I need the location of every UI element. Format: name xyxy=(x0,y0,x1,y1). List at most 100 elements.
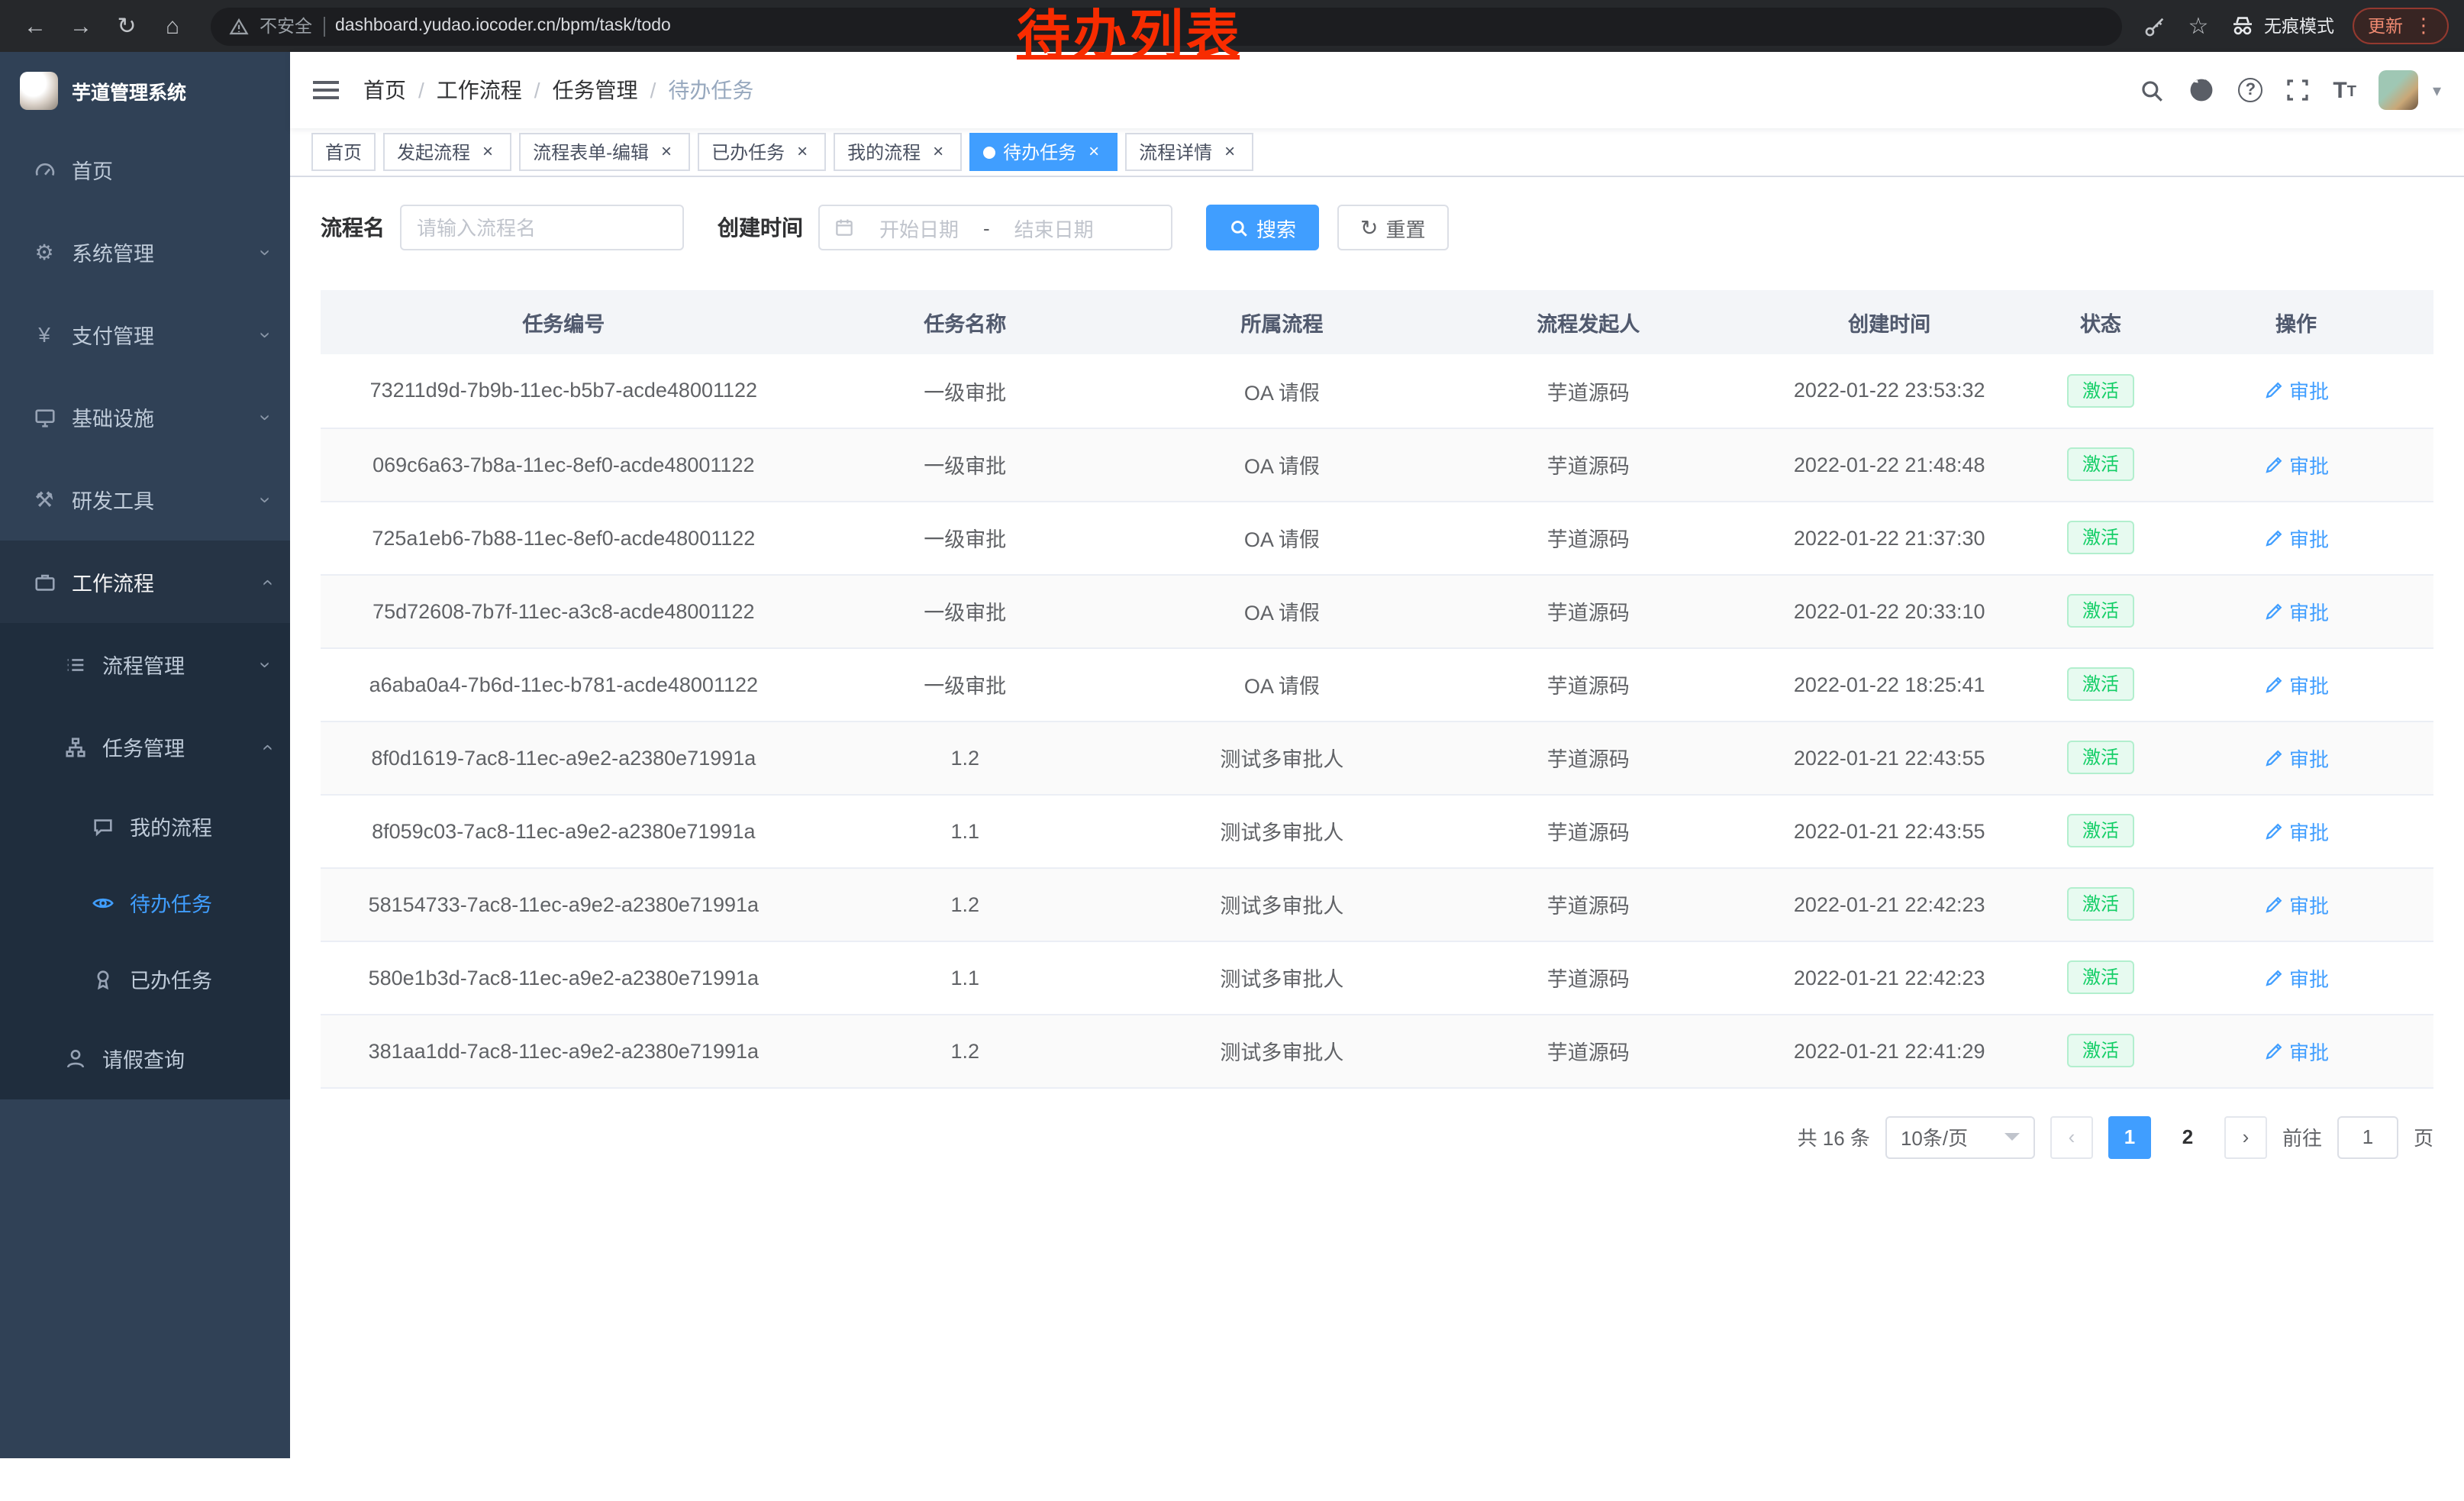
cell-task-id: 725a1eb6-7b88-11ec-8ef0-acde48001122 xyxy=(321,501,807,574)
cell-status: 激活 xyxy=(2043,574,2159,647)
key-icon[interactable] xyxy=(2143,15,2166,37)
date-range-picker[interactable]: 开始日期 - 结束日期 xyxy=(818,205,1172,250)
fullscreen-icon[interactable] xyxy=(2285,78,2310,102)
search-icon[interactable] xyxy=(2139,77,2165,103)
page-content: 流程名 创建时间 开始日期 - 结束日期 xyxy=(290,177,2464,1458)
breadcrumb-item[interactable]: 工作流程 xyxy=(437,75,522,105)
app-logo-row[interactable]: 芋道管理系统 xyxy=(0,52,290,128)
chevron-up-icon: › xyxy=(256,579,276,586)
sidebar-item-todo-task[interactable]: 待办任务 xyxy=(0,864,290,941)
close-icon[interactable]: × xyxy=(1084,142,1104,162)
search-button[interactable]: 搜索 xyxy=(1206,205,1319,250)
browser-home-icon[interactable]: ⌂ xyxy=(153,6,192,46)
table-row: 580e1b3d-7ac8-11ec-a9e2-a2380e71991a 1.1… xyxy=(321,941,2433,1014)
sidebar-item-process-mgmt[interactable]: 流程管理 › xyxy=(0,623,290,705)
browser-forward-icon[interactable]: → xyxy=(61,6,101,46)
app-logo xyxy=(20,71,58,109)
github-icon[interactable] xyxy=(2188,76,2215,104)
sidebar-item-task-mgmt[interactable]: 任务管理 › xyxy=(0,705,290,788)
chevron-down-icon: › xyxy=(256,496,276,503)
close-icon[interactable]: × xyxy=(928,142,948,162)
cell-process: OA 请假 xyxy=(1124,647,1440,721)
approve-link[interactable]: 审批 xyxy=(2263,376,2329,405)
sidebar-collapse-icon[interactable] xyxy=(313,79,339,101)
app-title: 芋道管理系统 xyxy=(72,76,186,105)
sidebar-item-leave-query[interactable]: 请假查询 xyxy=(0,1017,290,1099)
close-icon[interactable]: × xyxy=(656,142,676,162)
tab-todo-task[interactable]: 待办任务 × xyxy=(969,133,1118,171)
font-size-icon[interactable]: TT xyxy=(2333,79,2356,102)
avatar-caret-icon[interactable]: ▾ xyxy=(2433,80,2441,100)
approve-link[interactable]: 审批 xyxy=(2263,963,2329,992)
cell-status: 激活 xyxy=(2043,647,2159,721)
close-icon[interactable]: × xyxy=(792,142,812,162)
cell-starter: 芋道源码 xyxy=(1440,721,1737,794)
approve-link[interactable]: 审批 xyxy=(2263,450,2329,479)
edit-icon xyxy=(2263,747,2283,767)
list-icon xyxy=(61,653,89,676)
range-separator: - xyxy=(983,216,990,239)
tab-done-task[interactable]: 已办任务 × xyxy=(698,133,826,171)
warning-icon xyxy=(229,16,249,36)
sidebar-item-devtools[interactable]: ⚒ 研发工具 › xyxy=(0,458,290,541)
calendar-icon xyxy=(834,217,855,238)
approve-link[interactable]: 审批 xyxy=(2263,523,2329,552)
sidebar-item-home[interactable]: 首页 xyxy=(0,128,290,211)
browser-menu-icon[interactable]: ⋮ xyxy=(2414,14,2433,38)
sidebar-item-my-process[interactable]: 我的流程 xyxy=(0,788,290,864)
page-size-select[interactable]: 10条/页 xyxy=(1885,1115,2035,1158)
edit-icon xyxy=(2263,601,2283,621)
process-name-input[interactable] xyxy=(400,205,684,250)
prev-page-button[interactable]: ‹ xyxy=(2050,1115,2093,1158)
breadcrumb-separator: / xyxy=(650,78,656,102)
close-icon[interactable]: × xyxy=(478,142,498,162)
cell-process: 测试多审批人 xyxy=(1124,1014,1440,1087)
browser-reload-icon[interactable]: ↻ xyxy=(107,6,147,46)
sidebar-item-system[interactable]: ⚙ 系统管理 › xyxy=(0,211,290,293)
close-icon[interactable]: × xyxy=(1220,142,1240,162)
approve-link[interactable]: 审批 xyxy=(2263,596,2329,625)
update-button[interactable]: 更新 ⋮ xyxy=(2353,8,2449,44)
tab-my-process[interactable]: 我的流程 × xyxy=(834,133,962,171)
approve-link[interactable]: 审批 xyxy=(2263,743,2329,772)
sidebar-item-done-task[interactable]: 已办任务 xyxy=(0,941,290,1017)
omnibox-divider xyxy=(323,16,324,36)
header-task-id: 任务编号 xyxy=(321,290,807,354)
sidebar-item-payment[interactable]: ¥ 支付管理 › xyxy=(0,293,290,376)
table-row: 75d72608-7b7f-11ec-a3c8-acde48001122 一级审… xyxy=(321,574,2433,647)
cell-process: 测试多审批人 xyxy=(1124,941,1440,1014)
caret-down-icon xyxy=(2004,1133,2020,1141)
bookmark-star-icon[interactable]: ☆ xyxy=(2185,6,2212,46)
reset-button[interactable]: ↻ 重置 xyxy=(1337,205,1449,250)
page-button-2[interactable]: 2 xyxy=(2166,1115,2209,1158)
breadcrumb-item[interactable]: 首页 xyxy=(363,75,406,105)
edit-icon xyxy=(2263,1041,2283,1060)
help-icon[interactable]: ? xyxy=(2238,78,2262,102)
avatar[interactable] xyxy=(2379,70,2419,110)
status-badge: 激活 xyxy=(2067,667,2134,701)
screenshot-root: 待办列表 ← → ↻ ⌂ 不安全 dashboard.yudao.iocoder… xyxy=(0,0,2464,1501)
sidebar-item-infra[interactable]: 基础设施 › xyxy=(0,376,290,458)
cell-actions: 审批 xyxy=(2159,1014,2433,1087)
approve-link[interactable]: 审批 xyxy=(2263,889,2329,918)
approve-link[interactable]: 审批 xyxy=(2263,1036,2329,1065)
tab-process-detail[interactable]: 流程详情 × xyxy=(1125,133,1253,171)
sidebar-item-workflow[interactable]: 工作流程 › xyxy=(0,541,290,623)
cell-created: 2022-01-22 23:53:32 xyxy=(1737,354,2043,428)
active-dot xyxy=(983,146,995,158)
page-button-1[interactable]: 1 xyxy=(2108,1115,2151,1158)
approve-link[interactable]: 审批 xyxy=(2263,670,2329,699)
browser-back-icon[interactable]: ← xyxy=(15,6,55,46)
cell-task-name: 1.2 xyxy=(807,867,1124,941)
breadcrumb-item[interactable]: 任务管理 xyxy=(553,75,638,105)
start-date-placeholder: 开始日期 xyxy=(866,213,972,242)
tab-home[interactable]: 首页 xyxy=(311,133,376,171)
tab-form-edit[interactable]: 流程表单-编辑 × xyxy=(519,133,690,171)
tab-start-process[interactable]: 发起流程 × xyxy=(383,133,511,171)
next-page-button[interactable]: › xyxy=(2224,1115,2267,1158)
approve-link[interactable]: 审批 xyxy=(2263,816,2329,845)
edit-icon xyxy=(2263,528,2283,547)
goto-page-input[interactable] xyxy=(2337,1115,2398,1158)
sidebar: 芋道管理系统 首页 ⚙ 系统管理 › ¥ 支付管理 › xyxy=(0,52,290,1458)
create-time-label: 创建时间 xyxy=(718,212,803,243)
